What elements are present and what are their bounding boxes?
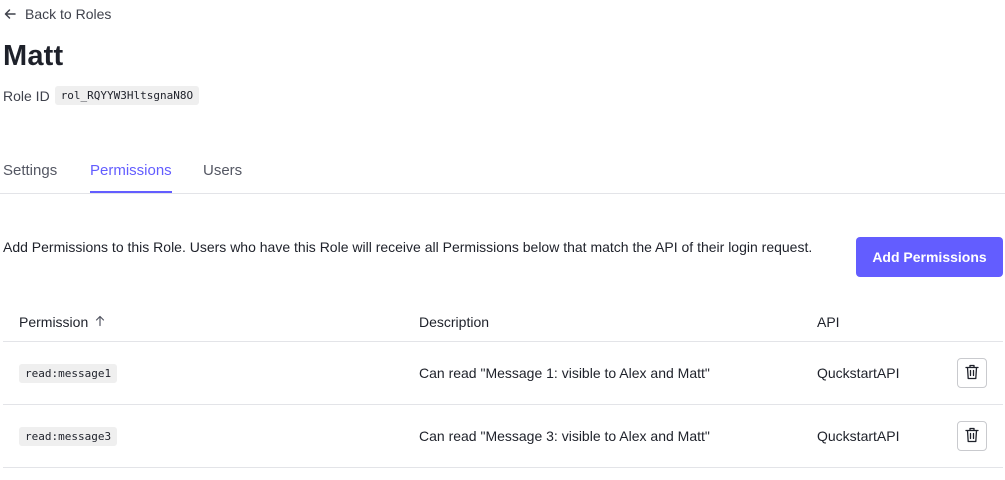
arrow-up-icon — [94, 314, 106, 330]
permission-cell: read:message3 — [19, 405, 118, 467]
table-row: read:message3 Can read "Message 3: visib… — [3, 405, 1003, 468]
add-permissions-button[interactable]: Add Permissions — [856, 237, 1003, 277]
api-cell: QuckstartAPI — [817, 428, 900, 444]
role-id-row: Role ID rol_RQYYW3HltsgnaN8O — [3, 86, 200, 105]
table-row: read:message1 Can read "Message 1: visib… — [3, 342, 1003, 405]
delete-permission-button[interactable] — [957, 358, 987, 388]
permission-cell: read:message1 — [19, 342, 118, 404]
trash-icon — [965, 364, 979, 383]
description-cell: Can read "Message 1: visible to Alex and… — [419, 365, 710, 381]
back-link-label: Back to Roles — [25, 6, 112, 22]
permissions-table: Permission Description API read:message1… — [3, 302, 1003, 468]
column-header-description: Description — [419, 314, 490, 330]
page-title: Matt — [3, 40, 64, 72]
delete-permission-button[interactable] — [957, 421, 987, 451]
permissions-description: Add Permissions to this Role. Users who … — [3, 239, 813, 255]
api-cell: QuckstartAPI — [817, 365, 900, 381]
role-id-label: Role ID — [3, 87, 50, 104]
table-header: Permission Description API — [3, 302, 1003, 342]
tab-settings[interactable]: Settings — [3, 162, 57, 191]
column-permission-label: Permission — [19, 314, 89, 330]
role-id-value: rol_RQYYW3HltsgnaN8O — [54, 86, 200, 105]
description-cell: Can read "Message 3: visible to Alex and… — [419, 428, 710, 444]
tab-permissions[interactable]: Permissions — [90, 162, 172, 193]
tab-bar: Settings Permissions Users — [0, 150, 1005, 194]
permission-name: read:message3 — [19, 426, 118, 446]
permission-name: read:message1 — [19, 363, 118, 383]
back-to-roles-link[interactable]: Back to Roles — [3, 6, 111, 22]
column-header-api: API — [817, 314, 840, 330]
action-cell — [957, 405, 987, 467]
arrow-left-icon — [3, 7, 17, 21]
role-detail-page: Back to Roles Matt Role ID rol_RQYYW3Hlt… — [0, 0, 1005, 480]
tab-users[interactable]: Users — [203, 162, 242, 191]
action-cell — [957, 342, 987, 404]
trash-icon — [965, 427, 979, 446]
column-header-permission[interactable]: Permission — [19, 314, 106, 330]
